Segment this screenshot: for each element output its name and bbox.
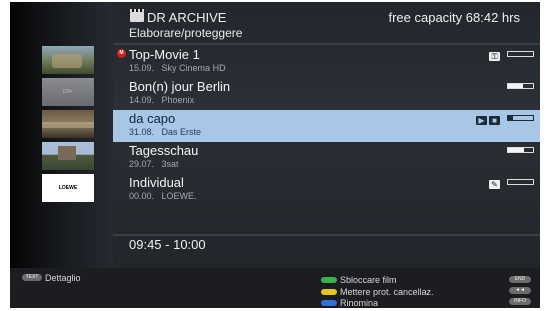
key-icon: ⚿ [489, 52, 500, 61]
recording-channel: Sky Cinema HD [161, 63, 226, 73]
recording-title: Individual [129, 175, 184, 190]
thumbnail-strip: DR+ LOEWE [10, 2, 113, 268]
recording-row-bon-jour-berlin[interactable]: Bon(n) jour Berlin 14.09. Phoenix [113, 78, 540, 110]
page-title: DR ARCHIVE [147, 10, 227, 25]
action-set-delete-protection[interactable]: Mettere prot. cancellaz. [340, 287, 434, 297]
loewe-logo: LOEWE [58, 185, 78, 191]
text-key-button[interactable]: TEXT [22, 274, 42, 281]
recording-row-tagesschau[interactable]: Tagesschau 29.07. 3sat [113, 142, 540, 174]
recording-meta: 15.09. Sky Cinema HD [129, 63, 226, 73]
recording-title: da capo [129, 111, 176, 126]
progress-fill [508, 116, 513, 120]
progress-fill [508, 84, 523, 88]
recording-channel: 3sat [161, 159, 179, 169]
recording-progress-bar [507, 51, 534, 57]
archive-film-icon [130, 9, 144, 22]
thumbnail-top-movie [42, 46, 94, 74]
action-rename[interactable]: Rinomina [340, 298, 378, 308]
rewind-key-button[interactable]: ◄◄ [509, 287, 531, 294]
recording-row-da-capo[interactable]: da capo 31.08. Das Erste ▶ ■ [113, 110, 540, 142]
recording-channel: Das Erste [161, 127, 202, 137]
recording-channel: Phoenix [161, 95, 195, 105]
recording-title: Tagesschau [129, 143, 199, 158]
thumbnail-label [42, 110, 94, 138]
recording-row-individual[interactable]: Individual 00.00. LOEWE. ✎ [113, 174, 540, 206]
recording-date: 29.07. [129, 159, 155, 169]
thumbnail-tagesschau [42, 142, 94, 170]
recording-date: 31.08. [129, 127, 155, 137]
green-key-icon[interactable] [321, 277, 337, 283]
play-resume-icon: ▶ [476, 116, 487, 125]
recording-date: 14.09. [129, 95, 155, 105]
capacity-status: free capacity 68:42 hrs [388, 10, 520, 25]
edit-icon: ✎ [489, 180, 500, 189]
recording-meta: 29.07. 3sat [129, 159, 179, 169]
yellow-key-icon[interactable] [321, 289, 337, 295]
recording-progress-bar [507, 83, 534, 89]
recording-meta: 31.08. Das Erste [129, 127, 201, 137]
progress-fill [508, 148, 525, 152]
thumbnail-da-capo [42, 110, 94, 138]
recording-channel: LOEWE. [161, 191, 197, 201]
recording-row-top-movie[interactable]: M Top-Movie 1 15.09. Sky Cinema HD ⚿ [113, 46, 540, 78]
recording-title: Top-Movie 1 [129, 47, 200, 62]
recording-meta: 00.00. LOEWE. [129, 191, 197, 201]
recording-meta: 14.09. Phoenix [129, 95, 194, 105]
recording-badge-icon: M [117, 49, 126, 58]
page-subtitle: Elaborare/proteggere [129, 26, 243, 40]
thumbnail-label [42, 142, 94, 170]
tv-screen: DR+ LOEWE DR ARCHIVE Elaborare/protegger… [10, 2, 540, 308]
thumbnail-bon-jour-berlin: DR+ [42, 78, 94, 106]
blue-key-icon[interactable] [321, 300, 337, 306]
footer-bar: TEXT Dettaglio Sbloccare film Mettere pr… [10, 268, 540, 308]
thumbnail-label: DR+ [62, 89, 74, 95]
end-key-button[interactable]: END [509, 276, 531, 283]
lock-icon: ■ [489, 116, 500, 125]
recording-date: 15.09. [129, 63, 155, 73]
thumbnail-label [42, 46, 94, 74]
recording-progress-bar [507, 115, 534, 121]
time-divider [113, 234, 540, 236]
recording-title: Bon(n) jour Berlin [129, 79, 231, 94]
time-range: 09:45 - 10:00 [129, 237, 206, 252]
recording-progress-bar [507, 179, 534, 185]
recording-progress-bar [507, 147, 534, 153]
header-divider [113, 43, 540, 45]
recording-date: 00.00. [129, 191, 155, 201]
detail-label: Dettaglio [45, 273, 81, 283]
thumbnail-individual: LOEWE [42, 174, 94, 202]
info-key-button[interactable]: INFO [509, 298, 531, 305]
action-unlock-film[interactable]: Sbloccare film [340, 275, 397, 285]
